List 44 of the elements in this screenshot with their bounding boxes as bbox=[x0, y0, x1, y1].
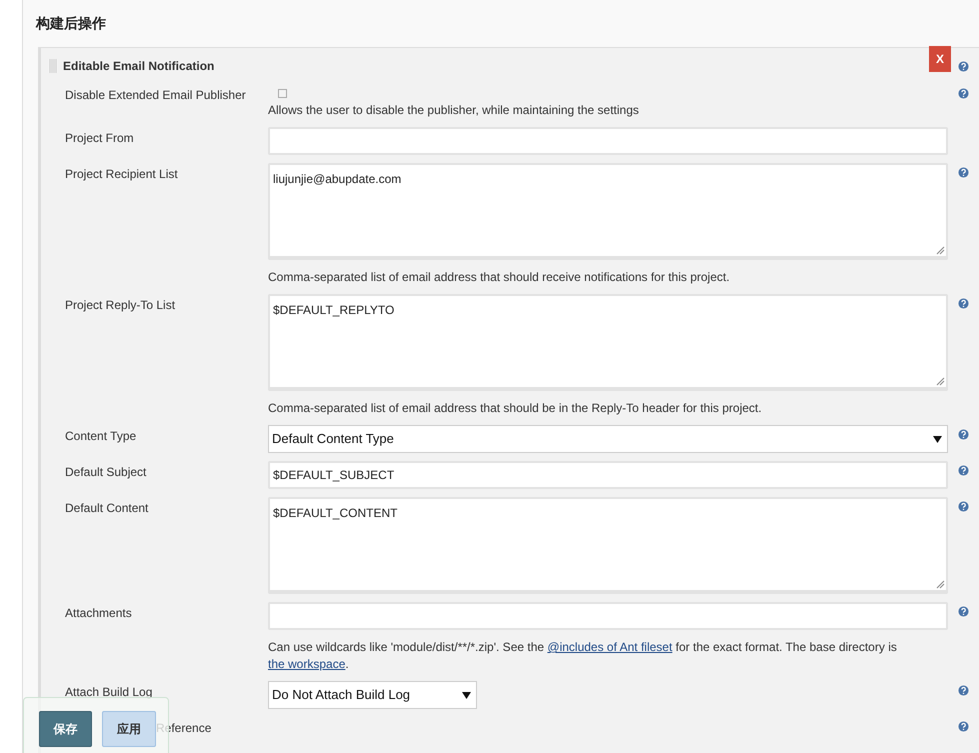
field-label: Default Subject bbox=[65, 465, 146, 479]
field-label: Project From bbox=[65, 131, 134, 145]
help-icon[interactable] bbox=[958, 465, 969, 476]
help-icon[interactable] bbox=[958, 721, 969, 732]
link[interactable]: @includes of Ant fileset bbox=[547, 640, 672, 654]
save-button[interactable]: 保存 bbox=[39, 711, 92, 747]
text-area[interactable]: $DEFAULT_CONTENT bbox=[268, 497, 948, 594]
text-field[interactable]: $DEFAULT_SUBJECT bbox=[268, 461, 948, 489]
field-label: Disable Extended Email Publisher bbox=[65, 88, 246, 102]
text-field[interactable] bbox=[268, 602, 948, 630]
field-label: Project Reply-To List bbox=[65, 298, 176, 312]
resize-handle-icon[interactable] bbox=[936, 377, 945, 386]
help-text: Comma-separated list of email address that should be in the Reply-To header for this project. bbox=[268, 400, 763, 417]
dropdown[interactable]: Default Content Type bbox=[268, 425, 948, 453]
field-label: Content Type bbox=[65, 429, 136, 443]
help-text: Comma-separated list of email address that should receive notifications for this project. bbox=[268, 269, 731, 286]
checkbox[interactable] bbox=[278, 89, 287, 98]
text-area[interactable]: $DEFAULT_REPLYTO bbox=[268, 294, 948, 391]
help-icon[interactable] bbox=[958, 61, 969, 72]
caret-icon bbox=[933, 436, 942, 442]
resize-handle-icon[interactable] bbox=[936, 246, 945, 255]
field-label: Attachments bbox=[65, 606, 132, 620]
help-icon[interactable] bbox=[958, 606, 969, 617]
help-icon[interactable] bbox=[958, 88, 969, 99]
resize-handle-icon[interactable] bbox=[936, 580, 945, 589]
help-icon[interactable] bbox=[958, 167, 969, 178]
section-title: 构建后操作 bbox=[34, 14, 107, 33]
dropdown[interactable]: Do Not Attach Build Log bbox=[268, 681, 477, 709]
text-field[interactable] bbox=[268, 127, 948, 155]
drag-handle-icon[interactable] bbox=[49, 59, 57, 73]
help-icon[interactable] bbox=[958, 501, 969, 512]
delete-button[interactable]: X bbox=[929, 46, 951, 72]
field-label: Project Recipient List bbox=[65, 167, 178, 181]
help-text: Can use wildcards like 'module/dist/**/*.zip'. See the @includes of Ant fileset for the exact format. The base directory is the workspace. bbox=[268, 639, 898, 673]
help-text: Allows the user to disable the publisher, while maintaining the settings bbox=[268, 102, 640, 119]
apply-button[interactable]: 应用 bbox=[102, 711, 156, 747]
help-icon[interactable] bbox=[958, 685, 969, 696]
field-label: Default Content bbox=[65, 501, 148, 515]
caret-icon bbox=[462, 692, 471, 698]
help-icon[interactable] bbox=[958, 298, 969, 309]
help-icon[interactable] bbox=[958, 429, 969, 440]
link[interactable]: the workspace bbox=[268, 657, 346, 671]
publisher-title: Editable Email Notification bbox=[63, 58, 214, 75]
text-area[interactable]: liujunjie@abupdate.com bbox=[268, 163, 948, 260]
